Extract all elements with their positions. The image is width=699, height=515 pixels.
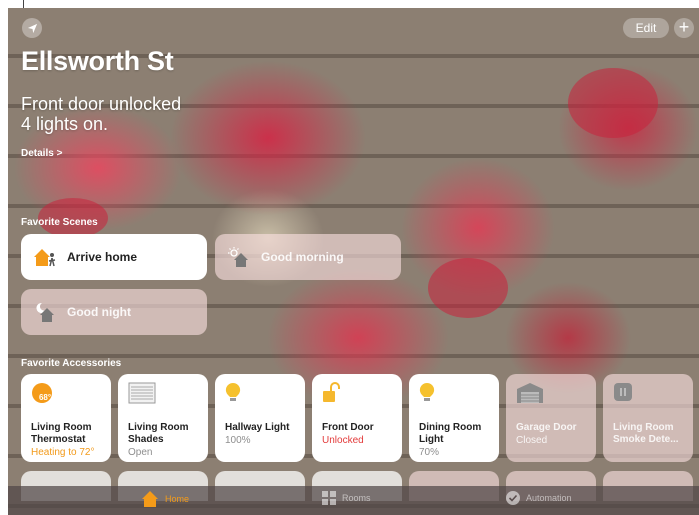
good-morning-icon	[225, 245, 253, 269]
automation-icon	[506, 491, 520, 505]
accessory-status: 100%	[225, 435, 251, 446]
scene-label: Good morning	[261, 250, 344, 264]
accessory-dining-room-light[interactable]: Dining Room Light 70%	[409, 374, 499, 462]
lock-icon	[323, 382, 340, 402]
scene-good-morning[interactable]: Good morning	[215, 234, 401, 280]
accessory-front-door[interactable]: Front Door Unlocked	[312, 374, 402, 462]
accessory-status: Unlocked	[322, 435, 364, 446]
accessory-status: 70%	[419, 447, 440, 458]
location-arrow-icon	[27, 23, 37, 33]
tab-label: Automation	[526, 493, 572, 503]
good-night-icon	[31, 300, 59, 324]
accessory-living-room-shades[interactable]: Living Room Shades Open	[118, 374, 208, 462]
tab-bar: Home Rooms Automation	[8, 486, 699, 515]
home-screen: Edit + Ellsworth St Front door unlocked …	[8, 8, 699, 515]
accessory-name: Living Room Thermostat	[31, 422, 92, 445]
accessory-living-room-smoke-detector[interactable]: Living Room Smoke Dete...	[603, 374, 693, 462]
accessory-status: Heating to 72°	[31, 447, 95, 458]
accessory-status: Closed	[516, 435, 548, 446]
tab-automation[interactable]: Automation	[505, 490, 572, 506]
scene-label: Good night	[67, 305, 131, 319]
location-button[interactable]	[22, 18, 42, 38]
accessory-name: Living Room Smoke Dete...	[613, 422, 679, 445]
tab-label: Home	[165, 494, 190, 504]
home-icon	[142, 491, 158, 507]
thermostat-badge: 68°	[38, 393, 52, 402]
rooms-icon	[322, 491, 336, 505]
scene-arrive-home[interactable]: Arrive home	[21, 234, 207, 280]
accessory-hallway-light[interactable]: Hallway Light 100%	[215, 374, 305, 462]
details-link[interactable]: Details >	[21, 148, 62, 159]
accessory-status: Open	[128, 447, 153, 458]
smoke-detector-icon	[614, 383, 632, 401]
accessory-living-room-thermostat[interactable]: 68° Living Room Thermostat Heating to 72…	[21, 374, 111, 462]
home-status: Front door unlocked 4 lights on.	[21, 94, 181, 134]
favorite-accessories-label: Favorite Accessories	[21, 358, 122, 369]
accessory-name: Front Door	[322, 422, 374, 433]
shades-icon	[128, 382, 156, 404]
accessory-name: Hallway Light	[225, 422, 290, 433]
add-button[interactable]: +	[674, 18, 694, 38]
accessory-garage-door[interactable]: Garage Door Closed	[506, 374, 596, 462]
lightbulb-icon	[225, 382, 241, 401]
lightbulb-icon	[419, 382, 435, 401]
tab-home[interactable]: Home	[141, 490, 189, 508]
background-foliage	[568, 68, 658, 138]
garage-icon	[517, 383, 543, 403]
tab-rooms[interactable]: Rooms	[321, 490, 371, 506]
scene-label: Arrive home	[67, 250, 138, 264]
arrive-home-icon	[31, 245, 59, 269]
scene-good-night[interactable]: Good night	[21, 289, 207, 335]
background-foliage	[428, 258, 508, 318]
edit-button[interactable]: Edit	[623, 18, 669, 38]
tab-label: Rooms	[342, 493, 371, 503]
home-title: Ellsworth St	[21, 46, 174, 76]
status-line-door: Front door unlocked	[21, 94, 182, 114]
status-line-lights: 4 lights on.	[21, 114, 109, 134]
accessory-name: Living Room Shades	[128, 422, 189, 445]
favorite-scenes-label: Favorite Scenes	[21, 217, 98, 228]
accessory-name: Garage Door	[516, 422, 577, 433]
accessory-name: Dining Room Light	[419, 422, 482, 445]
